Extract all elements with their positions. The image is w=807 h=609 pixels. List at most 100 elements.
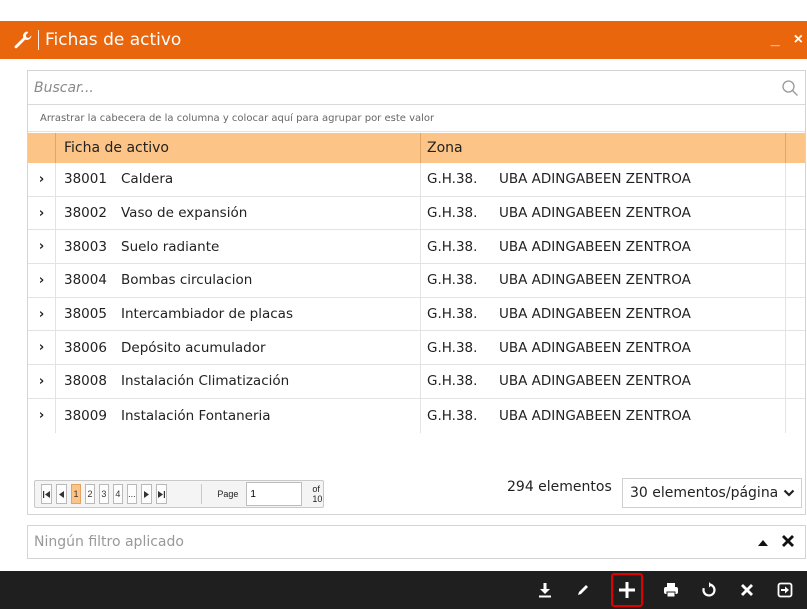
asset-name: Depósito acumulador (121, 339, 266, 356)
expand-row-icon[interactable]: › (28, 374, 55, 389)
search-icon[interactable] (781, 79, 799, 97)
zone-code: G.H.38. (420, 163, 495, 196)
expand-row-icon[interactable]: › (28, 273, 55, 288)
expand-row-icon[interactable]: › (28, 172, 55, 187)
zone-name: UBA ADINGABEEN ZENTROA (499, 272, 691, 289)
download-icon[interactable] (535, 580, 555, 600)
table-row[interactable]: › 38008 Instalación Climatización G.H.38… (28, 365, 805, 399)
expand-row-icon[interactable]: › (28, 307, 55, 322)
delete-icon[interactable] (737, 580, 757, 600)
zone-code: G.H.38. (420, 398, 495, 433)
scroll-spacer (785, 398, 804, 433)
minimize-button[interactable]: _ (771, 31, 780, 49)
prev-page-icon[interactable] (56, 484, 67, 504)
zone-code: G.H.38. (420, 196, 495, 230)
expand-row-icon[interactable]: › (28, 206, 55, 221)
zone-name: UBA ADINGABEEN ZENTROA (499, 373, 691, 390)
table-row[interactable]: › 38009 Instalación Fontaneria G.H.38. U… (28, 398, 805, 433)
asset-name: Caldera (121, 171, 174, 188)
expand-row-icon[interactable]: › (28, 408, 55, 423)
header-expand-cell (28, 133, 55, 163)
chevron-down-icon (783, 486, 795, 500)
page-label: Page (217, 489, 239, 499)
table-row[interactable]: › 38003 Suelo radiante G.H.38. UBA ADING… (28, 230, 805, 265)
bottom-toolbar (0, 571, 807, 609)
edit-icon[interactable] (573, 580, 593, 600)
filter-bar: Ningún filtro aplicado (27, 525, 806, 559)
asset-code: 38005 (55, 297, 115, 331)
asset-code: 38008 (55, 365, 115, 398)
scroll-spacer (785, 163, 804, 196)
scroll-spacer (785, 196, 804, 230)
close-button[interactable]: × (794, 31, 803, 49)
page-button-2[interactable]: 2 (84, 484, 95, 504)
asset-name: Bombas circulacion (121, 272, 253, 289)
zone-code: G.H.38. (420, 264, 495, 297)
asset-name: Instalación Climatización (121, 373, 290, 390)
asset-code: 38003 (55, 230, 115, 264)
asset-code: 38009 (55, 398, 115, 433)
pager-divider (200, 484, 202, 504)
refresh-icon[interactable] (699, 580, 719, 600)
table-row[interactable]: › 38004 Bombas circulacion G.H.38. UBA A… (28, 264, 805, 298)
scroll-spacer (785, 230, 804, 264)
asset-code: 38004 (55, 264, 115, 297)
exit-icon[interactable] (775, 580, 795, 600)
page-button-more[interactable]: ... (126, 484, 137, 504)
table-row[interactable]: › 38006 Depósito acumulador G.H.38. UBA … (28, 331, 805, 366)
header-scroll-spacer (785, 133, 804, 163)
group-by-hint[interactable]: Arrastrar la cabecera de la columna y co… (28, 106, 805, 132)
zone-name: UBA ADINGABEEN ZENTROA (499, 171, 691, 188)
table-row[interactable]: › 38002 Vaso de expansión G.H.38. UBA AD… (28, 196, 805, 231)
elements-count: 294 elementos (507, 479, 612, 495)
asset-name: Vaso de expansión (121, 205, 248, 222)
print-icon[interactable] (661, 580, 681, 600)
page-number-input[interactable] (246, 482, 303, 506)
zone-name: UBA ADINGABEEN ZENTROA (499, 339, 691, 356)
per-page-value: 30 elementos/página (630, 485, 779, 501)
expand-row-icon[interactable]: › (28, 340, 55, 355)
title-divider (38, 30, 39, 50)
scroll-spacer (785, 331, 804, 365)
first-page-icon[interactable] (41, 484, 52, 504)
add-icon[interactable] (611, 573, 643, 607)
asset-name: Instalación Fontaneria (121, 407, 271, 424)
page-button-1[interactable]: 1 (71, 484, 81, 504)
next-page-icon[interactable] (140, 484, 152, 504)
expand-row-icon[interactable]: › (28, 239, 55, 254)
page-button-3[interactable]: 3 (98, 484, 109, 504)
zone-code: G.H.38. (420, 331, 495, 365)
zone-code: G.H.38. (420, 365, 495, 398)
scroll-spacer (785, 297, 804, 331)
search-input[interactable] (28, 79, 768, 96)
page-button-4[interactable]: 4 (112, 484, 123, 504)
asset-grid: Arrastrar la cabecera de la columna y co… (27, 70, 806, 515)
zone-code: G.H.38. (420, 297, 495, 331)
table-row[interactable]: › 38001 Caldera G.H.38. UBA ADINGABEEN Z… (28, 163, 805, 197)
window-title: Fichas de activo (45, 30, 182, 50)
pager: 1 2 3 4 ... Page of 10 294 elementos 30 … (27, 468, 806, 508)
page-total: of 10 (312, 484, 323, 504)
zone-name: UBA ADINGABEEN ZENTROA (499, 306, 691, 323)
table-header: Ficha de activo Zona (28, 133, 805, 163)
window-titlebar: Fichas de activo _ × (0, 0, 807, 80)
table-body: › 38001 Caldera G.H.38. UBA ADINGABEEN Z… (28, 163, 805, 433)
asset-name: Suelo radiante (121, 238, 220, 255)
asset-code: 38001 (55, 163, 115, 196)
zone-name: UBA ADINGABEEN ZENTROA (499, 238, 691, 255)
filter-status: Ningún filtro aplicado (34, 534, 184, 550)
zone-code: G.H.38. (420, 230, 495, 264)
scroll-spacer (785, 365, 804, 398)
last-page-icon[interactable] (155, 484, 167, 504)
zone-name: UBA ADINGABEEN ZENTROA (499, 205, 691, 222)
search-bar (28, 71, 805, 105)
table-row[interactable]: › 38005 Intercambiador de placas G.H.38.… (28, 297, 805, 332)
clear-filter-icon[interactable] (781, 534, 795, 551)
per-page-select[interactable]: 30 elementos/página (622, 478, 802, 508)
collapse-filter-icon[interactable] (757, 534, 769, 550)
column-header-zona[interactable]: Zona (420, 133, 785, 163)
zone-name: UBA ADINGABEEN ZENTROA (499, 407, 691, 424)
wrench-icon (12, 29, 34, 51)
column-header-ficha[interactable]: Ficha de activo (55, 133, 420, 163)
title-bar: Fichas de activo _ × (0, 21, 807, 59)
